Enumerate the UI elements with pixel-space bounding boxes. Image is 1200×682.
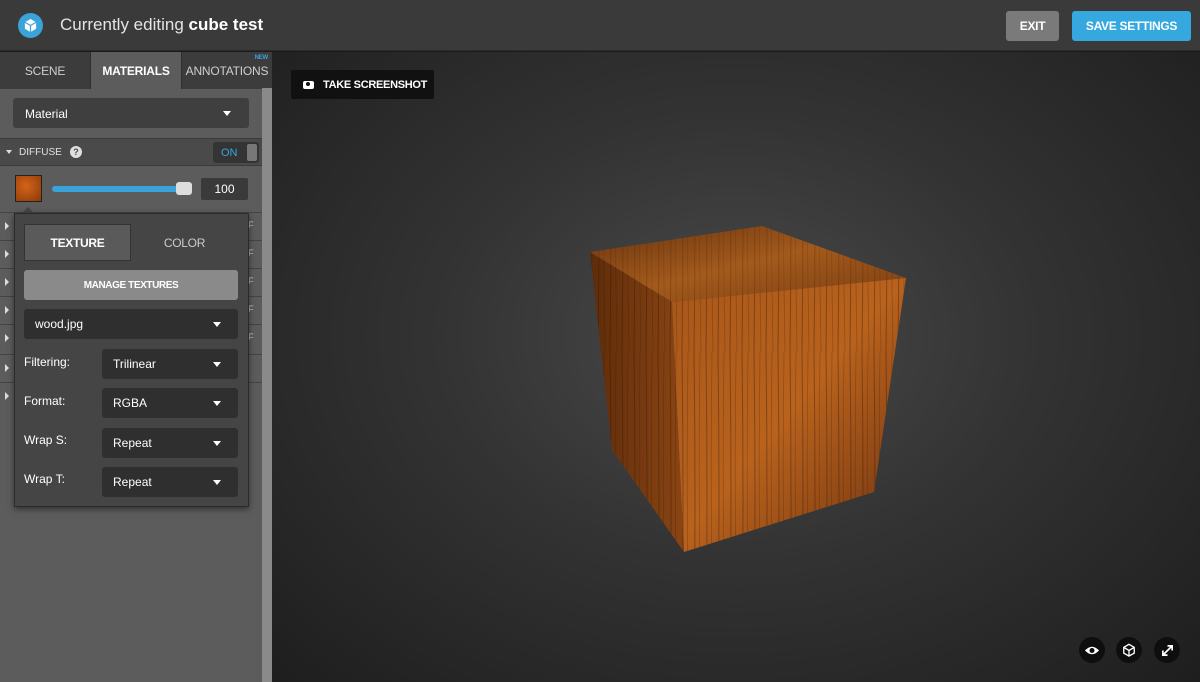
save-settings-button[interactable]: SAVE SETTINGS bbox=[1072, 11, 1191, 41]
chevron-down-icon bbox=[223, 111, 231, 116]
fullscreen-icon bbox=[1161, 644, 1173, 656]
visibility-button[interactable] bbox=[1079, 637, 1105, 663]
chevron-down-icon bbox=[213, 441, 221, 446]
wrap-t-select[interactable]: Repeat bbox=[102, 467, 238, 497]
wood-cube-model bbox=[590, 226, 906, 552]
diffuse-header[interactable]: DIFFUSE ? ON bbox=[0, 138, 262, 166]
sidebar: SCENE MATERIALS ANNOTATIONS NEW Material… bbox=[0, 52, 272, 682]
wrap-s-select[interactable]: Repeat bbox=[102, 428, 238, 458]
tab-texture[interactable]: TEXTURE bbox=[24, 224, 131, 261]
filtering-select[interactable]: Trilinear bbox=[102, 349, 238, 379]
wrap-s-select-value: Repeat bbox=[113, 436, 152, 450]
tab-materials[interactable]: MATERIALS bbox=[90, 52, 182, 89]
chevron-down-icon bbox=[213, 480, 221, 485]
expand-arrow-icon bbox=[5, 250, 9, 258]
new-badge: NEW bbox=[254, 55, 269, 61]
model-name: cube test bbox=[188, 15, 264, 34]
popup-tabs: TEXTURE COLOR bbox=[24, 224, 239, 261]
top-bar: Currently editing cube test EXIT SAVE SE… bbox=[0, 0, 1200, 51]
chevron-down-icon bbox=[213, 362, 221, 367]
wrap-t-select-value: Repeat bbox=[113, 475, 152, 489]
app-logo-icon bbox=[18, 13, 43, 38]
sidebar-scrollbar[interactable] bbox=[262, 88, 272, 682]
diffuse-value[interactable]: 100 bbox=[201, 178, 248, 200]
manage-textures-button[interactable]: MANAGE TEXTURES bbox=[24, 270, 238, 300]
material-select-value: Material bbox=[25, 107, 68, 121]
toggle-state: ON bbox=[221, 147, 238, 159]
page-title: Currently editing cube test bbox=[60, 15, 263, 35]
chevron-down-icon bbox=[213, 322, 221, 327]
diffuse-toggle[interactable]: ON bbox=[213, 142, 259, 163]
format-select-value: RGBA bbox=[113, 396, 148, 410]
expand-arrow-icon bbox=[5, 222, 9, 230]
filtering-label: Filtering: bbox=[24, 355, 71, 369]
editor-tabs: SCENE MATERIALS ANNOTATIONS NEW bbox=[0, 52, 272, 89]
texture-select[interactable]: wood.jpg bbox=[24, 309, 238, 339]
expand-arrow-icon bbox=[5, 392, 9, 400]
3d-viewport[interactable]: TAKE SCREENSHOT bbox=[272, 52, 1200, 682]
collapse-arrow-icon bbox=[6, 150, 12, 154]
tab-scene[interactable]: SCENE bbox=[0, 52, 90, 89]
material-select[interactable]: Material bbox=[13, 98, 249, 128]
tab-color[interactable]: COLOR bbox=[131, 224, 238, 261]
format-select[interactable]: RGBA bbox=[102, 388, 238, 418]
texture-select-value: wood.jpg bbox=[35, 317, 84, 331]
expand-arrow-icon bbox=[5, 278, 9, 286]
diffuse-swatch[interactable] bbox=[15, 175, 42, 202]
cube-view-button[interactable] bbox=[1116, 637, 1142, 663]
texture-popup: TEXTURE COLOR MANAGE TEXTURES wood.jpg F… bbox=[14, 213, 249, 507]
tab-annotations-label: ANNOTATIONS bbox=[185, 63, 269, 78]
fullscreen-button[interactable] bbox=[1154, 637, 1180, 663]
expand-arrow-icon bbox=[5, 306, 9, 314]
help-icon[interactable]: ? bbox=[70, 146, 82, 158]
slider-handle[interactable] bbox=[176, 182, 192, 195]
wrap-t-label: Wrap T: bbox=[24, 472, 65, 486]
diffuse-label: DIFFUSE bbox=[19, 147, 62, 158]
exit-button[interactable]: EXIT bbox=[1006, 11, 1059, 41]
expand-arrow-icon bbox=[5, 364, 9, 372]
tab-annotations[interactable]: ANNOTATIONS NEW bbox=[182, 52, 272, 89]
cube-icon bbox=[1123, 643, 1135, 657]
title-prefix: Currently editing bbox=[60, 15, 184, 34]
diffuse-slider[interactable] bbox=[52, 186, 190, 192]
expand-arrow-icon bbox=[5, 334, 9, 342]
eye-icon bbox=[1085, 646, 1099, 654]
toggle-knob[interactable] bbox=[247, 144, 257, 161]
chevron-down-icon bbox=[213, 401, 221, 406]
wrap-s-label: Wrap S: bbox=[24, 433, 68, 447]
format-label: Format: bbox=[24, 394, 66, 408]
filtering-select-value: Trilinear bbox=[113, 357, 156, 371]
